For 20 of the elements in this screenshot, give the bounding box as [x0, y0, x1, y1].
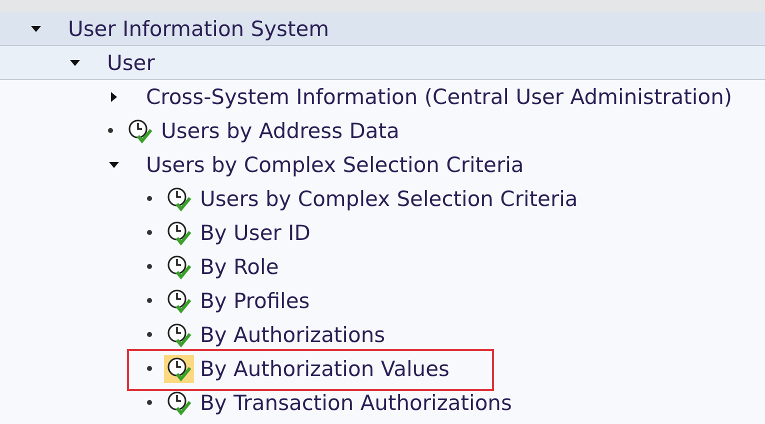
- tree-item-label[interactable]: By Transaction Authorizations: [200, 390, 512, 414]
- clock-check-icon[interactable]: [164, 354, 194, 382]
- bullet-icon: [108, 128, 113, 133]
- tree-folder-label[interactable]: Cross-System Information (Central User Administration): [146, 84, 732, 108]
- bullet-icon: [147, 400, 152, 405]
- bullet-icon: [147, 298, 152, 303]
- tree-item-label[interactable]: By User ID: [200, 220, 310, 244]
- tree-item-label[interactable]: By Authorizations: [200, 322, 386, 346]
- bullet-icon: [147, 196, 152, 201]
- tree-folder-label[interactable]: Users by Complex Selection Criteria: [146, 152, 524, 176]
- bullet-icon: [147, 366, 152, 371]
- bullet-icon: [147, 264, 152, 269]
- tree-item-label[interactable]: By Authorization Values: [200, 356, 450, 380]
- bullet-icon: [147, 332, 152, 337]
- bullet-icon: [147, 230, 152, 235]
- tree-item-label[interactable]: Users by Complex Selection Criteria: [200, 186, 578, 210]
- tree-item-label[interactable]: By Profiles: [200, 288, 310, 312]
- tree-item-label[interactable]: Users by Address Data: [161, 118, 400, 142]
- tree-folder-label[interactable]: User: [107, 50, 155, 74]
- tree-item-label[interactable]: By Role: [200, 254, 279, 278]
